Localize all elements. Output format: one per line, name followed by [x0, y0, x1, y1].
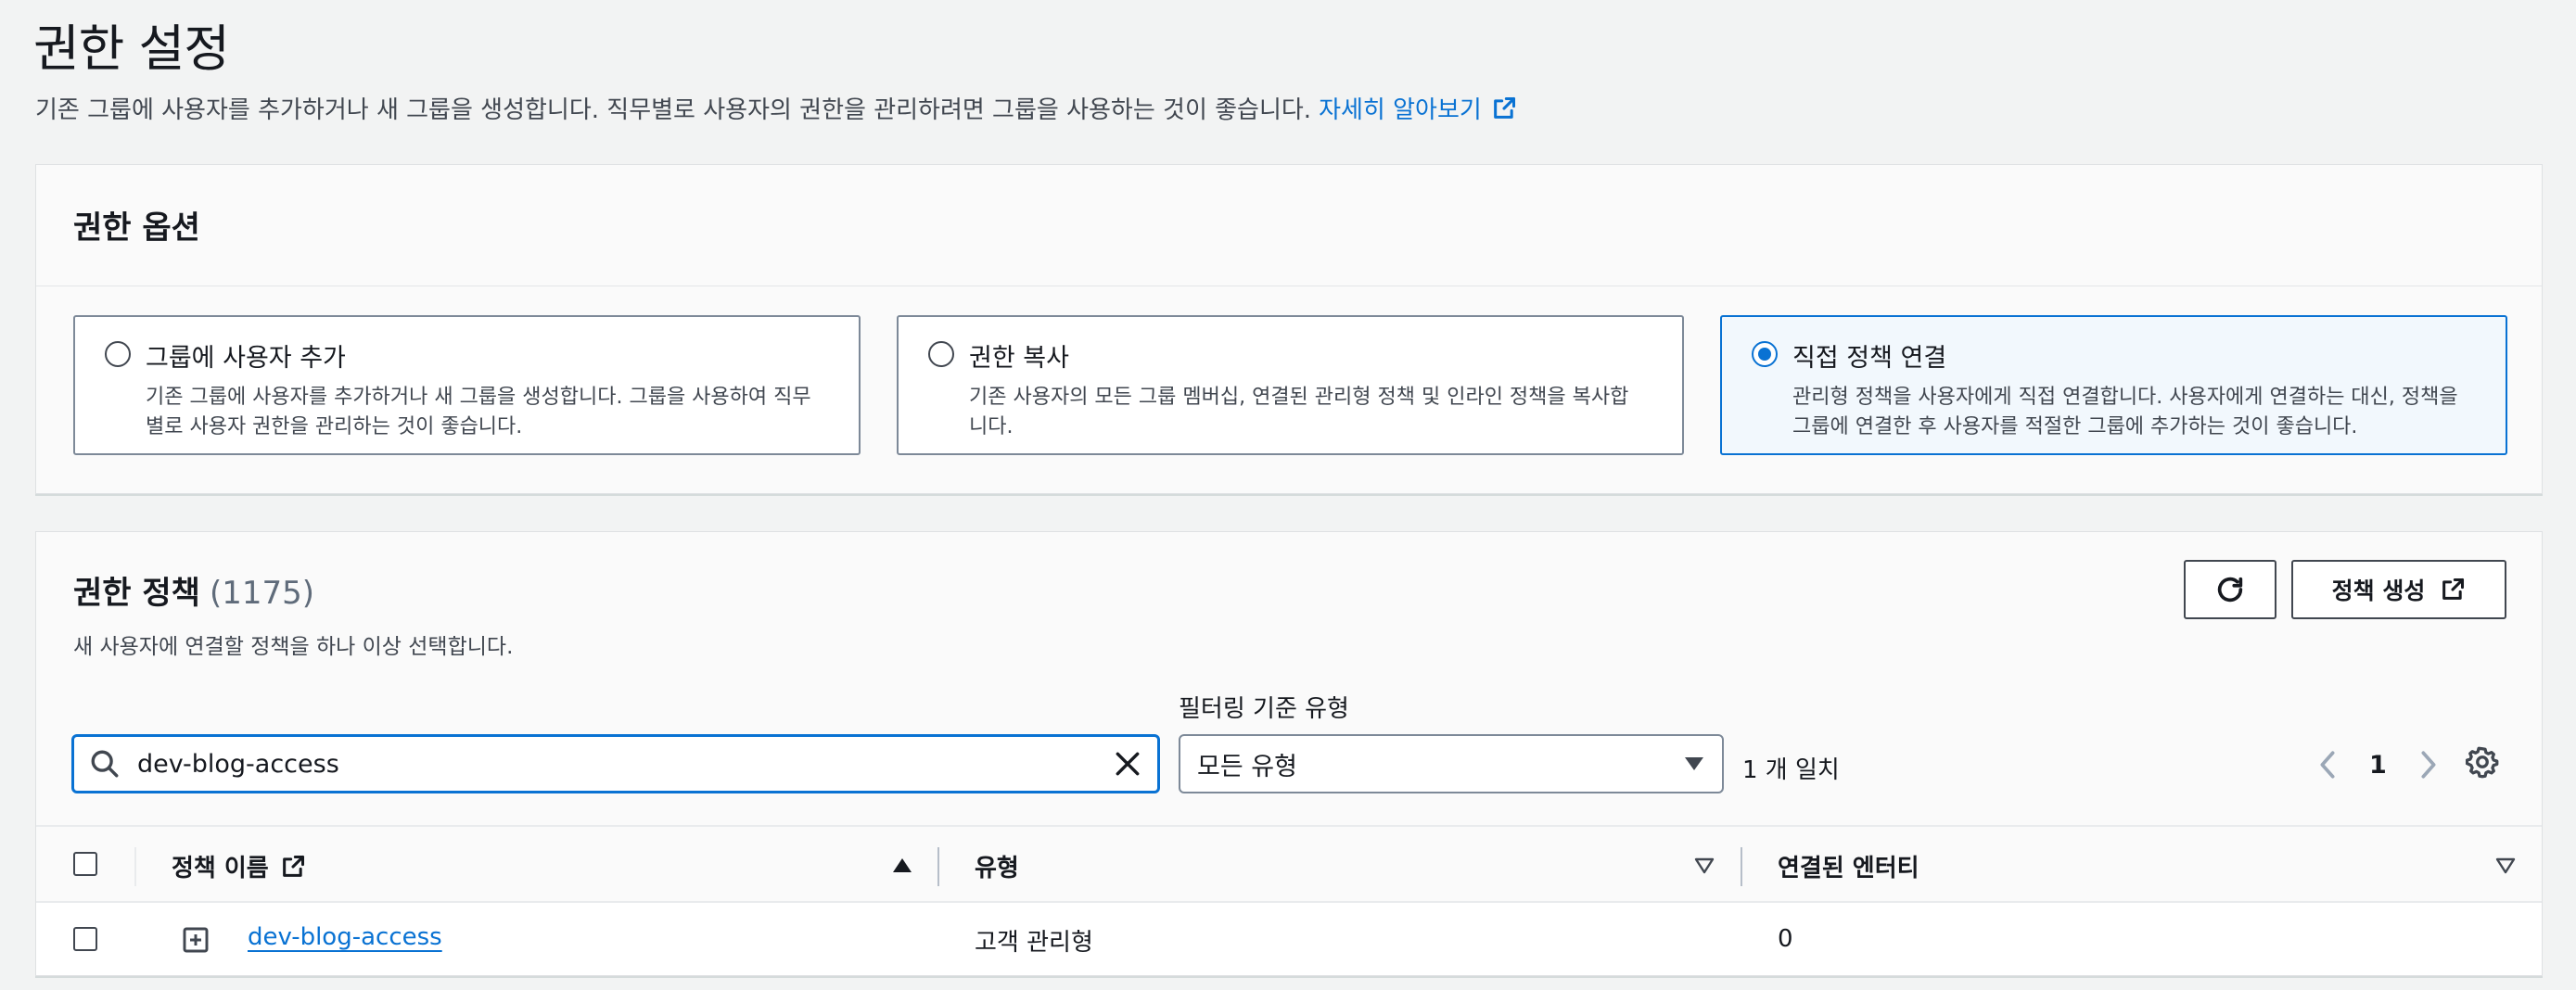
filter-type-label: 필터링 기준 유형	[1179, 695, 1349, 723]
policies-title: 권한 정책 (1175)	[73, 567, 314, 613]
permission-options-title: 권한 옵션	[36, 165, 2542, 286]
select-all-checkbox[interactable]	[73, 852, 97, 876]
option-add-to-group[interactable]: 그룹에 사용자 추가 기존 그룹에 사용자를 추가하거나 새 그룹을 생성합니다…	[73, 315, 861, 455]
chevron-right-icon[interactable]	[2418, 749, 2439, 781]
create-policy-label: 정책 생성	[2331, 578, 2426, 604]
refresh-icon	[2217, 577, 2243, 603]
policy-name-link[interactable]: dev-blog-access	[248, 923, 442, 951]
chevron-left-icon[interactable]	[2317, 749, 2338, 781]
option-attach-policies[interactable]: 직접 정책 연결 관리형 정책을 사용자에게 직접 연결합니다. 사용자에게 연…	[1720, 315, 2507, 455]
column-divider	[937, 847, 939, 886]
column-type[interactable]: 유형	[975, 849, 1019, 883]
row-checkbox[interactable]	[73, 927, 97, 951]
page-description: 기존 그룹에 사용자를 추가하거나 새 그룹을 생성합니다. 직무별로 사용자의…	[35, 91, 1517, 125]
radio-attach-policies[interactable]	[1752, 341, 1778, 367]
page-title: 권한 설정	[33, 19, 230, 78]
attached-entities-count: 0	[1778, 925, 1793, 953]
column-divider	[134, 847, 136, 886]
clear-icon[interactable]	[1113, 749, 1142, 779]
search-icon	[91, 750, 119, 778]
filter-type-select[interactable]: 모든 유형	[1179, 734, 1724, 793]
learn-more-link[interactable]: 자세히 알아보기	[1319, 91, 1517, 125]
sort-ascending-icon[interactable]	[891, 857, 913, 875]
column-policy-name[interactable]: 정책 이름	[172, 849, 306, 883]
match-count: 1 개 일치	[1742, 756, 1840, 784]
gear-icon[interactable]	[2466, 745, 2499, 779]
option-copy-permissions[interactable]: 권한 복사 기존 사용자의 모든 그룹 멤버십, 연결된 관리형 정책 및 인라…	[897, 315, 1684, 455]
option-description: 기존 사용자의 모든 그룹 멤버십, 연결된 관리형 정책 및 인라인 정책을 …	[969, 386, 1629, 438]
policies-count: (1175)	[209, 575, 315, 612]
expand-icon[interactable]	[181, 925, 210, 955]
policies-subtitle: 새 사용자에 연결할 정책을 하나 이상 선택합니다.	[73, 635, 514, 659]
external-link-icon	[1493, 96, 1515, 119]
column-divider	[1741, 847, 1742, 886]
permission-policies-panel: 권한 정책 (1175) 새 사용자에 연결할 정책을 하나 이상 선택합니다. …	[35, 531, 2543, 976]
column-policy-name-label: 정책 이름	[172, 855, 269, 882]
policy-search-input[interactable]: dev-blog-access	[71, 734, 1160, 793]
option-title: 그룹에 사용자 추가	[146, 344, 346, 373]
table-header: 정책 이름 유형 연결된 엔터티	[36, 825, 2542, 903]
external-link-icon	[282, 855, 304, 877]
option-description: 기존 그룹에 사용자를 추가하거나 새 그룹을 생성합니다. 그룹을 사용하여 …	[146, 386, 811, 438]
sort-icon[interactable]	[1694, 857, 1715, 875]
search-value: dev-blog-access	[137, 749, 339, 779]
page-number[interactable]: 1	[2369, 751, 2387, 780]
permission-options-panel: 권한 옵션 그룹에 사용자 추가 기존 그룹에 사용자를 추가하거나 새 그룹을…	[35, 164, 2543, 494]
column-attached-entities[interactable]: 연결된 엔터티	[1778, 849, 1919, 883]
radio-copy-permissions[interactable]	[928, 341, 954, 367]
refresh-button[interactable]	[2184, 560, 2276, 619]
policy-type: 고객 관리형	[975, 929, 1093, 957]
option-title: 직접 정책 연결	[1792, 344, 1947, 373]
radio-add-to-group[interactable]	[105, 341, 131, 367]
external-link-icon	[2442, 578, 2465, 600]
policies-title-text: 권한 정책	[73, 575, 200, 612]
option-title: 권한 복사	[969, 344, 1069, 373]
filter-type-value: 모든 유형	[1197, 752, 1297, 781]
page-description-text: 기존 그룹에 사용자를 추가하거나 새 그룹을 생성합니다. 직무별로 사용자의…	[35, 96, 1312, 124]
table-row: dev-blog-access 고객 관리형 0	[36, 903, 2542, 975]
create-policy-button[interactable]: 정책 생성	[2291, 560, 2506, 619]
pagination: 1	[2317, 738, 2439, 792]
option-description: 관리형 정책을 사용자에게 직접 연결합니다. 사용자에게 연결하는 대신, 정…	[1792, 386, 2458, 438]
sort-icon[interactable]	[2495, 857, 2516, 875]
learn-more-label: 자세히 알아보기	[1319, 96, 1482, 124]
caret-down-icon	[1685, 757, 1703, 770]
